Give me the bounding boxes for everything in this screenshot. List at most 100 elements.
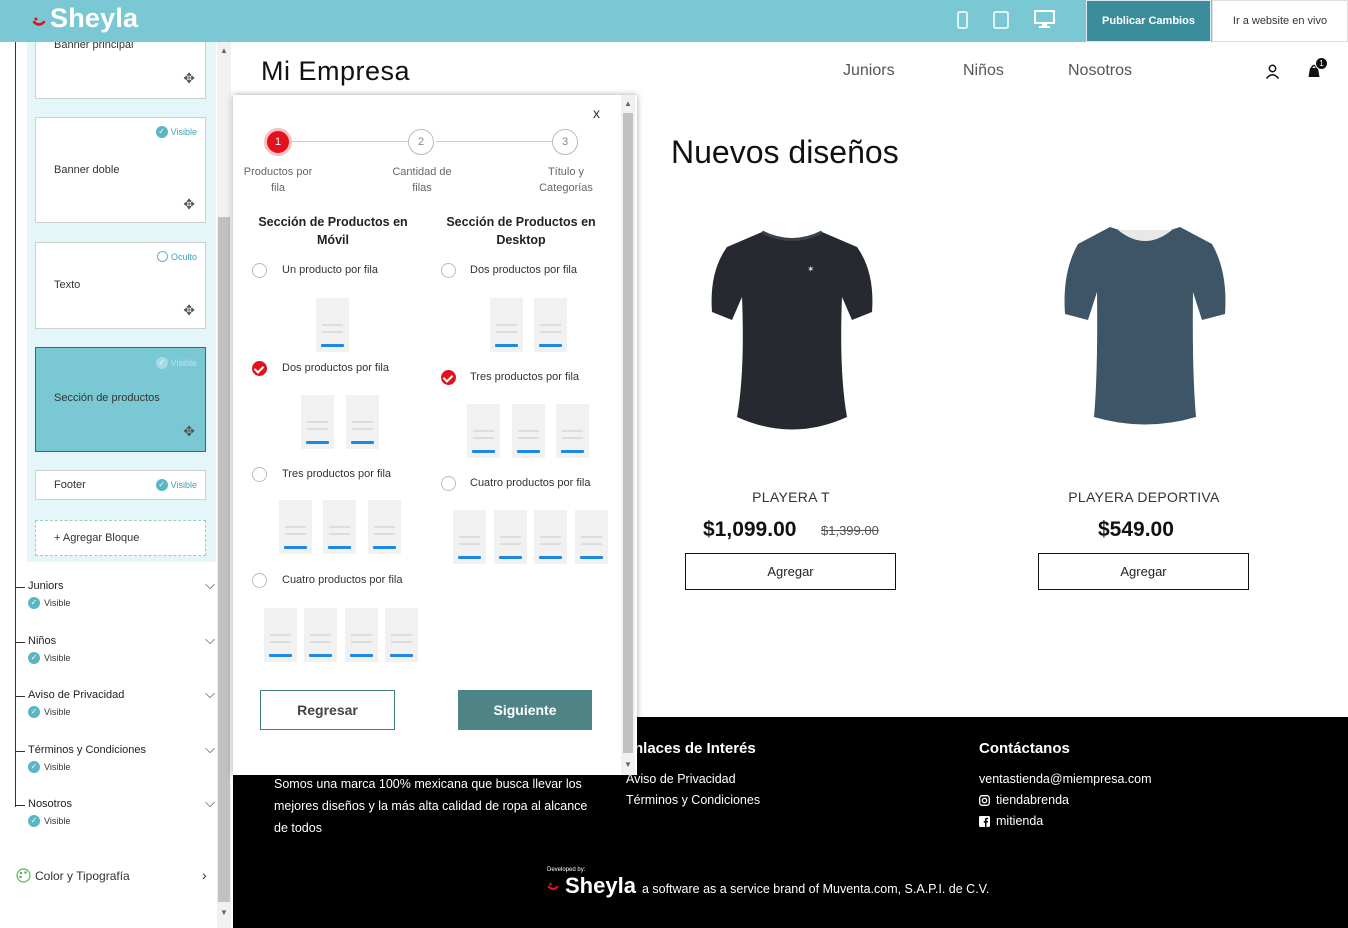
footer-links-title: nlaces de Interés (634, 740, 756, 757)
color-typography-item[interactable]: Color y Tipografía › (16, 867, 207, 883)
nav-nosotros[interactable]: Nosotros (1068, 62, 1132, 80)
option-mobile-1[interactable]: Un producto por fila (282, 264, 378, 276)
layout-thumb[interactable] (345, 608, 378, 662)
scroll-up-icon[interactable]: ▲ (220, 46, 228, 55)
modal-scroll-thumb[interactable] (623, 113, 633, 753)
go-live-site-button[interactable]: Ir a website en vivo (1212, 0, 1348, 42)
block-texto[interactable]: Oculto Texto ✥ (35, 242, 206, 329)
option-mobile-3[interactable]: Tres productos por fila (282, 468, 391, 480)
move-icon[interactable]: ✥ (183, 196, 195, 213)
layout-thumb[interactable] (556, 404, 589, 458)
nav-ninos[interactable]: Niños (963, 62, 1004, 80)
close-icon[interactable]: x (593, 105, 600, 121)
mobile-section-title: Sección de Productos en Móvil (258, 215, 408, 247)
store-name[interactable]: Mi Empresa (261, 56, 410, 87)
radio-mobile-4[interactable] (252, 573, 267, 588)
option-desktop-3[interactable]: Cuatro productos por fila (470, 477, 590, 489)
modal-scrollbar[interactable]: ▲ ▼ (621, 95, 635, 775)
layout-thumb[interactable] (467, 404, 500, 458)
step-1: 1 (264, 128, 292, 156)
option-desktop-2[interactable]: Tres productos por fila (470, 371, 579, 383)
user-icon[interactable] (1265, 64, 1280, 79)
footer-brand: Sheyla a software as a service brand of … (547, 873, 989, 899)
radio-desktop-2[interactable] (441, 370, 456, 385)
chevron-right-icon: › (202, 867, 207, 883)
scroll-down-icon[interactable]: ▼ (220, 908, 228, 917)
nav-juniors[interactable]: Juniors (843, 62, 895, 80)
black-tshirt-image[interactable]: ✶ (707, 212, 877, 442)
visibility-toggle[interactable]: ✓ Visible (155, 357, 197, 369)
page-nosotros[interactable]: Nosotros ✓ Visible ⌵ (15, 795, 215, 838)
layout-thumb[interactable] (575, 510, 608, 564)
footer-email[interactable]: ventastienda@miempresa.com (979, 772, 1152, 786)
radio-desktop-1[interactable] (441, 263, 456, 278)
visibility-toggle[interactable]: Oculto (156, 251, 197, 262)
chevron-down-icon[interactable]: ⌵ (205, 577, 215, 593)
option-desktop-1[interactable]: Dos productos por fila (470, 264, 577, 276)
scroll-down-icon[interactable]: ▼ (624, 760, 632, 769)
block-banner-principal[interactable]: Banner principal ✥ (35, 42, 206, 99)
chevron-down-icon[interactable]: ⌵ (205, 632, 215, 648)
radio-desktop-3[interactable] (441, 476, 456, 491)
layout-thumb[interactable] (512, 404, 545, 458)
layout-thumb[interactable] (279, 500, 312, 554)
tablet-icon[interactable] (993, 11, 1009, 29)
footer-link-terms[interactable]: Términos y Condiciones (626, 793, 760, 807)
sidebar-scroll-thumb[interactable] (218, 217, 230, 902)
layout-thumb[interactable] (316, 298, 349, 352)
footer-instagram[interactable]: tiendabrenda (979, 793, 1069, 807)
layout-thumb[interactable] (304, 608, 337, 662)
chevron-down-icon[interactable]: ⌵ (205, 741, 215, 757)
page-terminos[interactable]: Términos y Condiciones ✓ Visible ⌵ (15, 741, 215, 784)
footer-link-privacy[interactable]: Aviso de Privacidad (626, 772, 736, 786)
blue-tshirt-image[interactable] (1060, 212, 1230, 442)
radio-mobile-2[interactable] (252, 361, 267, 376)
smile-icon (547, 883, 559, 891)
add-to-cart-button[interactable]: Agregar (1038, 553, 1249, 590)
page-ninos[interactable]: Niños ✓ Visible ⌵ (15, 632, 215, 675)
circle-icon (156, 251, 168, 262)
layout-thumb[interactable] (368, 500, 401, 554)
layout-thumb[interactable] (264, 608, 297, 662)
page-juniors[interactable]: Juniors ✓ Visible ⌵ (15, 577, 215, 620)
radio-mobile-1[interactable] (252, 263, 267, 278)
option-mobile-2[interactable]: Dos productos por fila (282, 362, 389, 374)
layout-thumb[interactable] (301, 395, 334, 449)
next-button[interactable]: Siguiente (458, 690, 592, 730)
block-footer[interactable]: Footer ✓ Visible (35, 470, 206, 500)
add-to-cart-button[interactable]: Agregar (685, 553, 896, 590)
section-title: Nuevos diseños (671, 134, 899, 170)
check-icon: ✓ (155, 357, 168, 369)
layout-thumb[interactable] (453, 510, 486, 564)
chevron-down-icon[interactable]: ⌵ (205, 795, 215, 811)
footer-facebook[interactable]: mitienda (979, 814, 1043, 828)
check-icon: ✓ (28, 652, 40, 664)
move-icon[interactable]: ✥ (183, 70, 195, 87)
layout-thumb[interactable] (534, 510, 567, 564)
sidebar-scrollbar[interactable]: ▲ ▼ (217, 42, 231, 928)
layout-thumb[interactable] (494, 510, 527, 564)
mobile-icon[interactable] (957, 11, 968, 29)
layout-thumb[interactable] (385, 608, 418, 662)
chevron-down-icon[interactable]: ⌵ (205, 686, 215, 702)
move-icon[interactable]: ✥ (183, 423, 195, 440)
publish-changes-button[interactable]: Publicar Cambios (1086, 0, 1211, 42)
add-block-button[interactable]: + Agregar Bloque (35, 520, 206, 556)
radio-mobile-3[interactable] (252, 467, 267, 482)
visibility-toggle[interactable]: ✓ Visible (155, 479, 197, 491)
visibility-toggle[interactable]: ✓ Visible (155, 126, 197, 138)
layout-thumb[interactable] (323, 500, 356, 554)
block-banner-doble[interactable]: ✓ Visible Banner doble ✥ (35, 117, 206, 223)
move-icon[interactable]: ✥ (183, 302, 195, 319)
layout-thumb[interactable] (346, 395, 379, 449)
desktop-icon[interactable] (1034, 10, 1055, 28)
scroll-up-icon[interactable]: ▲ (624, 99, 632, 108)
layout-thumb[interactable] (534, 298, 567, 352)
block-seccion-productos[interactable]: ✓ Visible Sección de productos ✥ (35, 347, 206, 452)
palette-icon (16, 868, 31, 883)
back-button[interactable]: Regresar (260, 690, 395, 730)
check-icon: ✓ (155, 479, 168, 491)
page-aviso-privacidad[interactable]: Aviso de Privacidad ✓ Visible ⌵ (15, 686, 215, 729)
option-mobile-4[interactable]: Cuatro productos por fila (282, 574, 402, 586)
layout-thumb[interactable] (490, 298, 523, 352)
